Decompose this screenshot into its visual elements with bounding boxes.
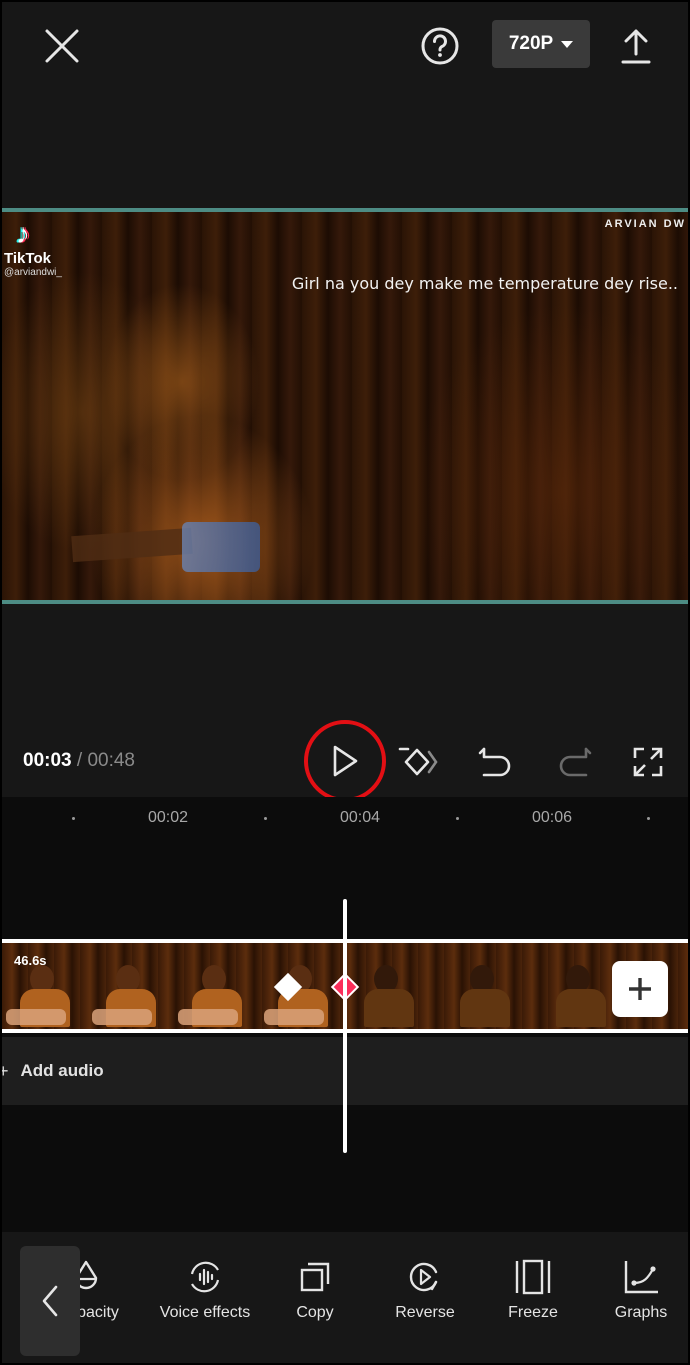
time-separator: / [76,750,83,771]
top-bar: 720P [2,2,688,92]
video-content [71,527,193,563]
graphs-icon [624,1261,658,1294]
redo-icon [559,747,592,777]
video-editor: 720P ♪ TikTok @arviandwi_ ARVIAN DW Girl… [2,2,688,1363]
tool-graphs[interactable]: Graphs [586,1258,688,1322]
play-button[interactable] [304,720,386,802]
timeline[interactable]: 00:02 00:04 00:06 46.6s + Add audio [2,797,688,1232]
help-button[interactable] [418,24,462,68]
keyframe-icon [398,747,438,776]
current-time: 00:03 [23,750,72,771]
reverse-icon [409,1262,438,1292]
tool-copy[interactable]: Copy [260,1258,370,1322]
channel-watermark: ARVIAN DW [604,218,686,230]
tool-freeze[interactable]: Freeze [478,1258,588,1322]
plus-icon: + [2,1060,9,1081]
tool-label: Freeze [508,1304,558,1321]
tool-label: Voice effects [159,1304,251,1321]
play-icon [333,745,358,777]
video-preview[interactable]: ♪ TikTok @arviandwi_ ARVIAN DW Girl na y… [2,208,688,604]
upload-icon [621,29,651,64]
freeze-icon [515,1259,551,1295]
clip-duration: 46.6s [14,953,47,968]
ruler-tick [647,817,650,820]
tool-label: Graphs [614,1304,668,1321]
playhead[interactable] [343,899,347,1153]
plus-icon [629,978,651,1000]
tool-label: pacity [77,1304,119,1321]
add-audio-label: Add audio [20,1061,104,1080]
tool-voice-effects[interactable]: Voice effects [150,1258,260,1322]
toolbar-back-button[interactable] [20,1246,80,1356]
close-button[interactable] [40,24,84,68]
tool-reverse[interactable]: Reverse [370,1258,480,1322]
export-button[interactable] [614,24,658,68]
clip-thumbnail [88,943,174,1029]
chevron-left-icon [42,1285,58,1317]
ruler-label: 00:02 [147,809,189,826]
ruler-label: 00:06 [531,809,573,826]
total-time: 00:48 [87,750,135,771]
tool-label: Copy [296,1304,334,1321]
close-icon [45,29,79,63]
fullscreen-button[interactable] [626,740,670,784]
help-icon [421,27,459,65]
clip-thumbnail [174,943,260,1029]
video-content [182,522,260,572]
tiktok-handle: @arviandwi_ [4,267,62,278]
copy-icon [300,1262,330,1292]
resolution-dropdown[interactable]: 720P [492,20,590,68]
voice-effects-icon [190,1261,220,1293]
ruler-tick [264,817,267,820]
ruler-tick [72,817,75,820]
fullscreen-icon [633,747,663,777]
tiktok-logo-icon: ♪ [16,218,30,249]
clip-thumbnail [442,943,528,1029]
resolution-value: 720P [508,33,554,54]
caret-down-icon [561,40,574,48]
keyframe-button[interactable] [398,740,442,784]
ruler-tick [456,817,459,820]
ruler-label: 00:04 [339,809,381,826]
tiktok-watermark: ♪ TikTok @arviandwi_ [4,218,84,279]
tool-label: Reverse [395,1304,455,1321]
time-ruler[interactable]: 00:02 00:04 00:06 [2,797,688,837]
tiktok-brand: TikTok [4,250,51,267]
undo-button[interactable] [474,740,518,784]
redo-button[interactable] [552,740,596,784]
bottom-toolbar: pacity Voice effects Copy Reverse Freeze… [2,1232,688,1363]
time-display: 00:03 / 00:48 [23,750,135,772]
undo-icon [478,747,511,777]
add-clip-button[interactable] [612,961,668,1017]
lyric-caption: Girl na you dey make me temperature dey … [291,274,678,293]
